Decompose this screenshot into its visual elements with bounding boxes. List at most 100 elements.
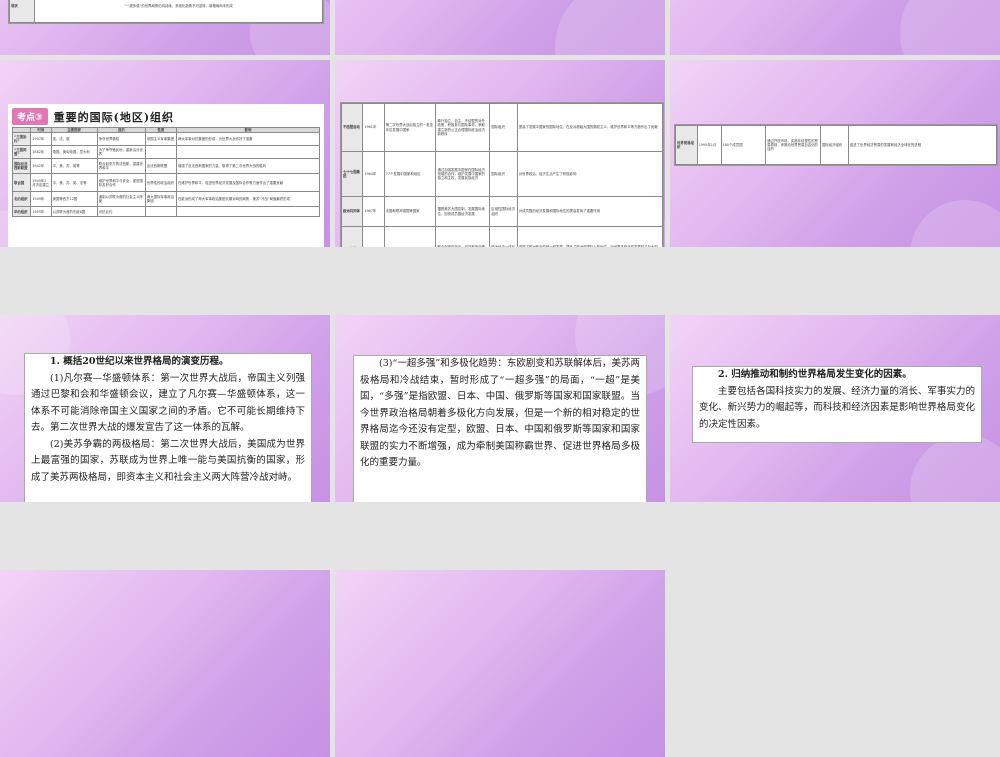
- table-row: 七十七国集团 1964年 77个发展中国家和地区 通过加强发展中国家在国际经济领域的合…: [340, 151, 664, 197]
- table-cell: 1993年: [362, 226, 385, 247]
- slide-3[interactable]: [670, 0, 1000, 55]
- table-cell: 国际经济组织: [819, 125, 849, 165]
- section-title: 重要的国际(地区)组织: [53, 110, 175, 124]
- table-cell: 1882年: [30, 145, 52, 160]
- row-header: 国际反法西斯联盟: [11, 158, 32, 175]
- slide-10[interactable]: [0, 570, 330, 757]
- table-cell: [175, 206, 321, 218]
- table-cell: 1949年: [30, 191, 52, 208]
- table-cell: 160个成员国: [720, 125, 767, 165]
- decor-bubble: [555, 0, 665, 55]
- row-header: 华约组织: [11, 206, 32, 218]
- row-header: 世界贸易组织: [675, 125, 698, 165]
- paragraph: (3)“一超多强”和多极化趋势：东欧剧变和苏联解体后，美苏两极格局和冷战结束，暂…: [360, 358, 640, 468]
- table-cell: 促进了欧洲政治的统一和发展，提升了欧洲在国际上的地位，对世界多极化的发展起了巨大…: [516, 226, 664, 247]
- table-cell: 奉行独立、自主、不结盟的对外政策，积极参与国际事务，争取建立新的公正合理国际政治…: [435, 103, 491, 152]
- slide-8[interactable]: (3)“一超多强”和多极化趋势：东欧剧变和苏联解体后，美苏两极格局和冷战结束，暂…: [335, 315, 665, 502]
- table-cell: 1967年: [362, 196, 385, 227]
- row-header: “三国协约”: [11, 132, 32, 147]
- table-row: 联合国 1945年2月决定建立 中、美、苏、英、法等 维护世界和平与安全，促进国际友好…: [11, 173, 321, 193]
- text-card: 1. 概括20世纪以来世界格局的演变历程。 (1)凡尔赛—华盛顿体系：第一次世界…: [24, 353, 312, 502]
- decor-bubble: [910, 435, 1000, 502]
- question-title: 2. 归纳推动和制约世界格局发生变化的因素。: [718, 369, 912, 380]
- section-header: 考点③ 重要的国际(地区)组织: [8, 104, 324, 127]
- table-cell: 1942年: [30, 158, 52, 175]
- content-card: 考点③ 重要的国际(地区)组织 时间 主要国家 目的 性质 影响 “三国协约” 1907年英…: [8, 104, 324, 247]
- table-cell: 中、美、苏、英、法等: [50, 173, 98, 193]
- table-cell: 促进了世界经济贸易的发展和经济全球化的进程: [847, 125, 998, 165]
- table-cell: 区域性国际经济组织: [489, 196, 518, 227]
- table-cell: 摆脱美苏大国控制，发展国际地位，加快成员国经济发展: [435, 196, 491, 227]
- row-header: 七十七国集团: [340, 151, 364, 197]
- table-cell: 两大军事对抗集团的形成，为世界大战作好了准备: [175, 132, 321, 147]
- section-badge: 考点③: [12, 108, 48, 125]
- row-label: 现状: [9, 0, 35, 23]
- table-cell: 争夺世界霸权: [96, 132, 146, 147]
- table-cell: 法国和联邦德国等国家: [383, 196, 437, 227]
- table-cell: 帝国主义军事集团: [144, 132, 177, 147]
- table-cell: 国际组织: [489, 151, 518, 197]
- paragraph: 主要包括各国科技实力的发展、经济力量的消长、军事实力的变化、新兴势力的崛起等，而…: [699, 385, 975, 430]
- slide-9[interactable]: 2. 归纳推动和制约世界格局发生变化的因素。 主要包括各国科技实力的发展、经济力…: [670, 315, 1000, 502]
- table-cell: 中、美、苏、英等: [50, 158, 98, 175]
- table-card: 世界贸易组织 1995年1月 160个成员国 通过开放市场，实施非歧视性的贸易原则，来…: [674, 124, 998, 166]
- decor-bubble: [910, 200, 1000, 247]
- table-row: 不结盟运动 1961年 第二次世界大战后独立的一批亚非拉发展中国家 奉行独立、自主、不…: [340, 103, 664, 152]
- table-row: 世界贸易组织 1995年1月 160个成员国 通过开放市场，实施非歧视性的贸易原则，来…: [675, 125, 998, 165]
- history-table: 现状 “一超多强”的世界局势仍将持续，多极化趋势不可逆转，新格局尚未形成: [9, 0, 323, 23]
- table-cell: 对成员国的经济发展和国际地位的提高发挥了重要作用: [516, 196, 664, 227]
- row-header: 不结盟运动: [340, 103, 364, 152]
- table-cell: 1995年1月: [696, 125, 722, 165]
- table-cell: 1907年: [30, 132, 52, 147]
- table-cell: 通过开放市场，实施非歧视性的贸易原则，来推动世界贸易自由化的目的: [765, 125, 821, 165]
- table-cell: 世界性的政治组织: [144, 173, 177, 193]
- table-cell: 欧洲经济一体化的高级阶段: [489, 226, 518, 247]
- slide-4[interactable]: 考点③ 重要的国际(地区)组织 时间 主要国家 目的 性质 影响 “三国协约” 1907年英…: [0, 60, 330, 247]
- row-header: “三国同盟”: [11, 145, 32, 160]
- slide-5[interactable]: 不结盟运动 1961年 第二次世界大战后独立的一批亚非拉发展中国家 奉行独立、自主、不…: [335, 60, 665, 247]
- slide-7[interactable]: 1. 概括20世纪以来世界格局的演变历程。 (1)凡尔赛—华盛顿体系：第一次世界…: [0, 315, 330, 502]
- paragraph: (1)凡尔赛—华盛顿体系：第一次世界大战后，帝国主义列强通过巴黎和会和华盛顿会议…: [31, 372, 305, 434]
- table-cell: 1955年: [30, 206, 52, 218]
- row-header: 欧洲联盟: [340, 226, 364, 247]
- table-cell: 英、法、俄: [50, 132, 98, 147]
- decor-bubble: [900, 0, 1000, 55]
- table-row: 国际反法西斯联盟 1942年 中、美、苏、英等 联合起来打败法西斯，重建世界和平 反法西…: [11, 158, 321, 175]
- table-cell: 第二次世界大战后独立的一批亚非拉发展中国家: [383, 103, 437, 152]
- table-cell: [175, 145, 321, 160]
- table-cell: 反法西斯联盟: [144, 158, 177, 175]
- row-text: “一超多强”的世界局势仍将持续，多极化趋势不可逆转，新格局尚未形成: [34, 0, 323, 23]
- table-cell: 美国等西方12国: [50, 191, 98, 208]
- table-cell: 1964年: [362, 151, 385, 197]
- table-row: 华约组织 1955年 以苏联为首的东欧8国 对抗北约: [11, 206, 321, 218]
- table-cell: [144, 206, 177, 218]
- table-cell: 以苏联为首的东欧8国: [50, 206, 98, 218]
- table-row: 欧洲共同体 1967年 法国和联邦德国等国家 摆脱美苏大国控制，发展国际地位，加快成员…: [340, 196, 664, 227]
- text-card: (3)“一超多强”和多极化趋势：东欧剧变和苏联解体后，美苏两极格局和冷战结束，暂…: [353, 355, 647, 502]
- question-title: 1. 概括20世纪以来世界格局的演变历程。: [50, 356, 229, 367]
- paragraph: (2)美苏争霸的两极格局：第二次世界大战后，美国成为世界上最富强的国家，苏联成为…: [31, 438, 305, 483]
- table-cell: 遏制以苏联为首的社会主义阵营: [96, 191, 146, 208]
- slide-2[interactable]: [335, 0, 665, 55]
- table-cell: 77个发展中国家和地区: [383, 151, 437, 197]
- slide-11[interactable]: [335, 570, 665, 757]
- table-cell: 联合起来在政治、经济和安全等方面更好地发展: [435, 226, 491, 247]
- table-cell: 在欧洲形成了两大军事政治集团长期对峙的局势，美苏“冷战”局面最终形成: [175, 191, 321, 208]
- table-row: “三国同盟” 1882年 德国、奥匈帝国、意大利 为了争夺殖民地，重新瓜分世界: [11, 145, 321, 160]
- slide-1[interactable]: 现状 “一超多强”的世界局势仍将持续，多极化趋势不可逆转，新格局尚未形成: [0, 0, 330, 55]
- table-row: 欧洲联盟1993年西欧国家联合起来在政治、经济和安全等方面更好地发展欧洲经济一体…: [340, 226, 664, 247]
- table-card: 现状 “一超多强”的世界局势仍将持续，多极化趋势不可逆转，新格局尚未形成: [8, 0, 324, 24]
- table-cell: [144, 145, 177, 160]
- table-cell: 西欧国家: [383, 226, 437, 247]
- text-card: 2. 归纳推动和制约世界格局发生变化的因素。 主要包括各国科技实力的发展、经济力…: [692, 366, 982, 443]
- table-cell: 增强了反法西斯国家的力量，取得了第二次世界大战的胜利: [175, 158, 321, 175]
- wto-table: 世界贸易组织 1995年1月 160个成员国 通过开放市场，实施非歧视性的贸易原则，来…: [675, 125, 998, 165]
- table-cell: 1961年: [362, 103, 385, 152]
- table-card: 不结盟运动 1961年 第二次世界大战后独立的一批亚非拉发展中国家 奉行独立、自主、不…: [340, 102, 664, 247]
- slide-6[interactable]: 世界贸易组织 1995年1月 160个成员国 通过开放市场，实施非歧视性的贸易原则，来…: [670, 60, 1000, 247]
- table-cell: 两大国际军事政治集团: [144, 191, 177, 208]
- table-cell: 德国、奥匈帝国、意大利: [50, 145, 98, 160]
- table-cell: 联合起来打败法西斯，重建世界和平: [96, 158, 146, 175]
- row-header: 北约组织: [11, 191, 32, 208]
- table-cell: 维护世界和平与安全，促进国际友好合作: [96, 173, 146, 193]
